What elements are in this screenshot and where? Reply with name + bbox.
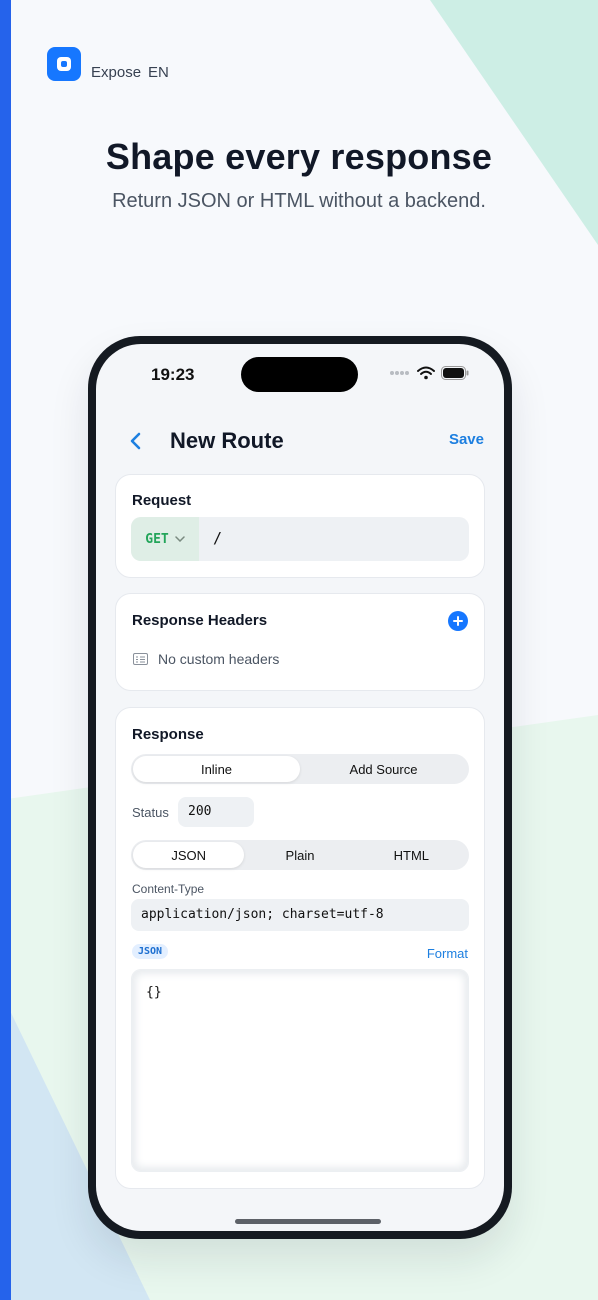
hero-headline: Shape every response <box>105 136 493 177</box>
response-title: Response <box>132 726 204 743</box>
path-input[interactable]: / <box>213 529 222 547</box>
wifi-icon <box>417 366 435 380</box>
dynamic-island <box>241 357 358 392</box>
no-headers-text: No custom headers <box>158 651 280 667</box>
battery-icon <box>441 366 469 380</box>
tab-html[interactable]: HTML <box>356 842 467 868</box>
request-card: Request GET / <box>115 474 485 578</box>
tab-plain[interactable]: Plain <box>244 842 355 868</box>
brand-text: Expose EN <box>91 64 169 81</box>
language-label[interactable]: EN <box>148 64 169 81</box>
request-title: Request <box>132 492 192 509</box>
format-tabs: JSON Plain HTML <box>131 840 469 870</box>
tab-json[interactable]: JSON <box>133 842 245 868</box>
signal-dots-icon <box>390 371 409 375</box>
status-code-input[interactable]: 200 <box>178 797 254 827</box>
chevron-left-icon <box>130 432 141 450</box>
response-headers-title: Response Headers <box>132 612 268 629</box>
back-button[interactable] <box>126 429 146 453</box>
hero-subline: Return JSON or HTML without a backend. <box>112 190 486 212</box>
content-type-label: Content-Type <box>132 882 205 896</box>
app-logo-icon <box>47 47 81 81</box>
format-button[interactable]: Format <box>427 946 468 961</box>
home-indicator <box>235 1219 381 1224</box>
tab-inline[interactable]: Inline <box>133 756 300 782</box>
save-button[interactable]: Save <box>449 431 484 448</box>
list-icon <box>133 653 148 665</box>
status-time: 19:23 <box>151 365 195 384</box>
body-editor[interactable]: {} <box>131 969 469 1172</box>
content-type-input[interactable]: application/json; charset=utf-8 <box>131 899 469 931</box>
body-format-badge: JSON <box>132 944 169 959</box>
plus-icon <box>453 616 463 626</box>
page-title: New Route <box>170 428 284 453</box>
brand-name: Expose <box>91 64 142 81</box>
method-label: GET <box>145 531 169 547</box>
phone-frame: 19:23 New Route Save Request GET / Respo… <box>88 336 512 1239</box>
tab-add-source[interactable]: Add Source <box>300 756 467 782</box>
source-tabs: Inline Add Source <box>131 754 469 784</box>
brand: Expose EN <box>47 47 169 81</box>
request-row: GET / <box>131 517 469 561</box>
no-headers-row: No custom headers <box>133 651 279 667</box>
response-card: Response Inline Add Source Status 200 JS… <box>115 707 485 1189</box>
status-icons <box>389 366 469 380</box>
response-headers-card: Response Headers No custom headers <box>115 593 485 691</box>
chevron-down-icon <box>174 536 185 542</box>
phone-screen: 19:23 New Route Save Request GET / Respo… <box>96 344 504 1231</box>
add-header-button[interactable] <box>448 611 468 631</box>
method-select[interactable]: GET <box>131 517 199 561</box>
status-label: Status <box>132 805 169 820</box>
